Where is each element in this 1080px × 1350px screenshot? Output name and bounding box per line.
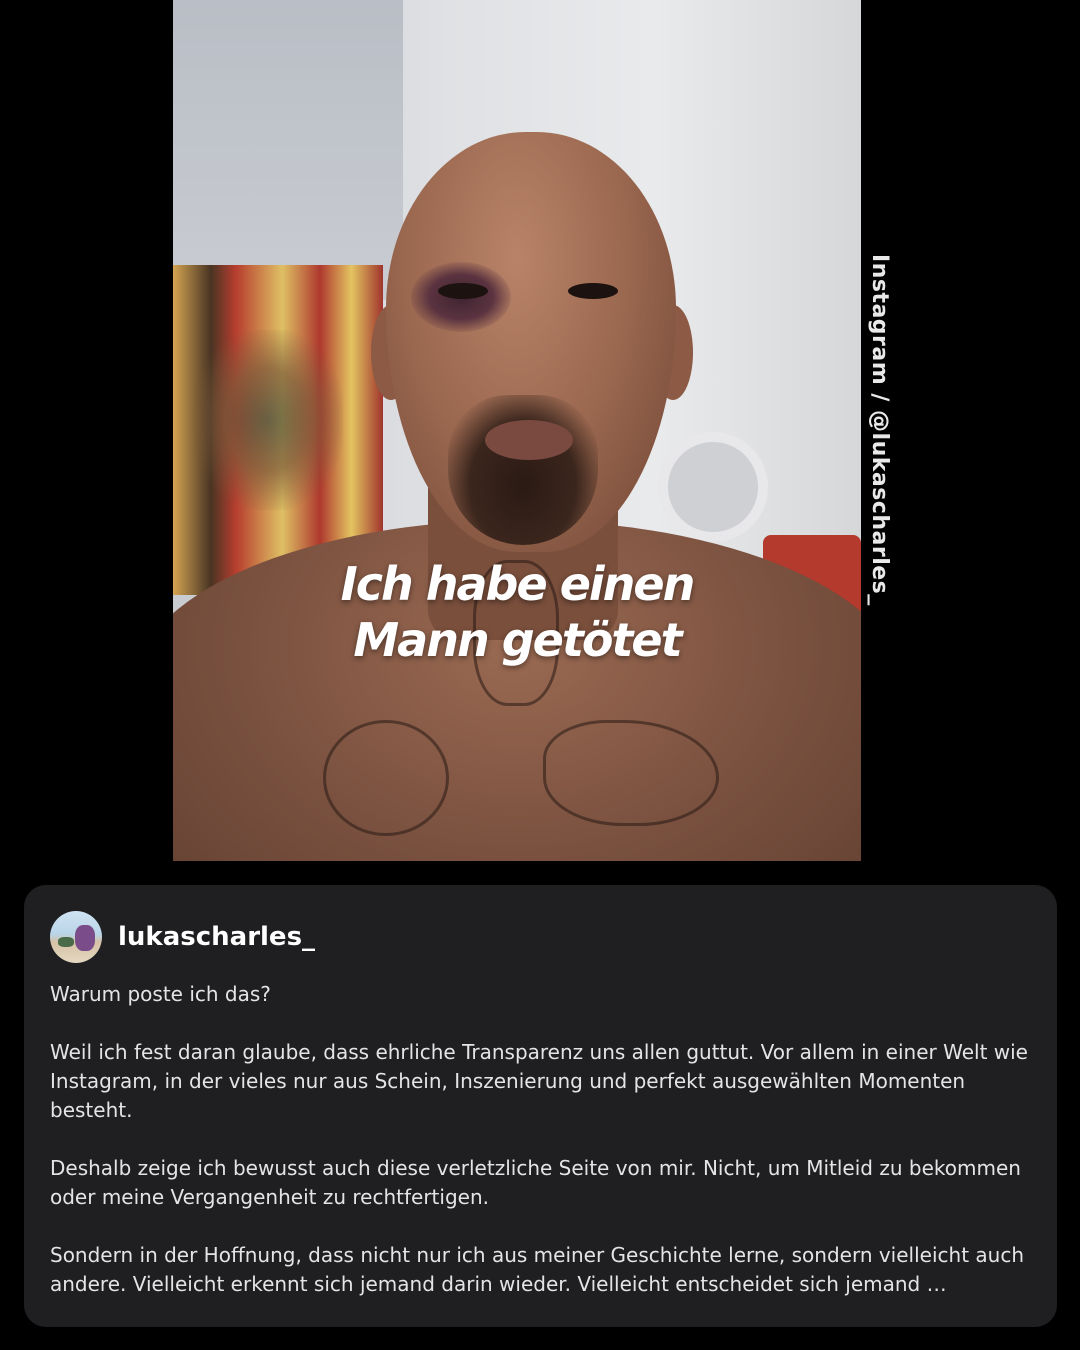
person-beard [448,395,598,545]
ring-lamp [658,432,768,542]
caption-paragraph: Warum poste ich das? [50,982,271,1006]
photo-ceiling [173,0,403,300]
photo-credit: Instagram / @lukascharles_ [867,254,892,606]
wall-painting-detail [193,330,343,510]
overlay-title-line-1: Ich habe einen [340,557,696,611]
caption-paragraph: Weil ich fest daran glaube, dass ehrlich… [50,1040,1028,1122]
overlay-title: Ich habe einen Mann getötet [173,556,861,668]
username[interactable]: lukascharles_ [118,921,315,953]
person-eye [568,283,618,299]
overlay-title-line-2: Mann getötet [353,613,682,667]
caption-paragraph-truncated[interactable]: Sondern in der Hoffnung, dass nicht nur … [50,1241,1040,1299]
chest-tattoo [323,720,449,836]
post-photo[interactable]: Ich habe einen Mann getötet [173,0,861,861]
avatar-figure-detail [58,937,74,947]
caption-text: Warum poste ich das? Weil ich fest daran… [50,980,1040,1299]
caption-card: lukascharles_ Warum poste ich das? Weil … [24,885,1057,1327]
avatar[interactable] [50,911,102,963]
person-eye [438,283,488,299]
caption-paragraph: Deshalb zeige ich bewusst auch diese ver… [50,1156,1021,1209]
avatar-figure [75,925,95,951]
person-lips [485,420,573,460]
